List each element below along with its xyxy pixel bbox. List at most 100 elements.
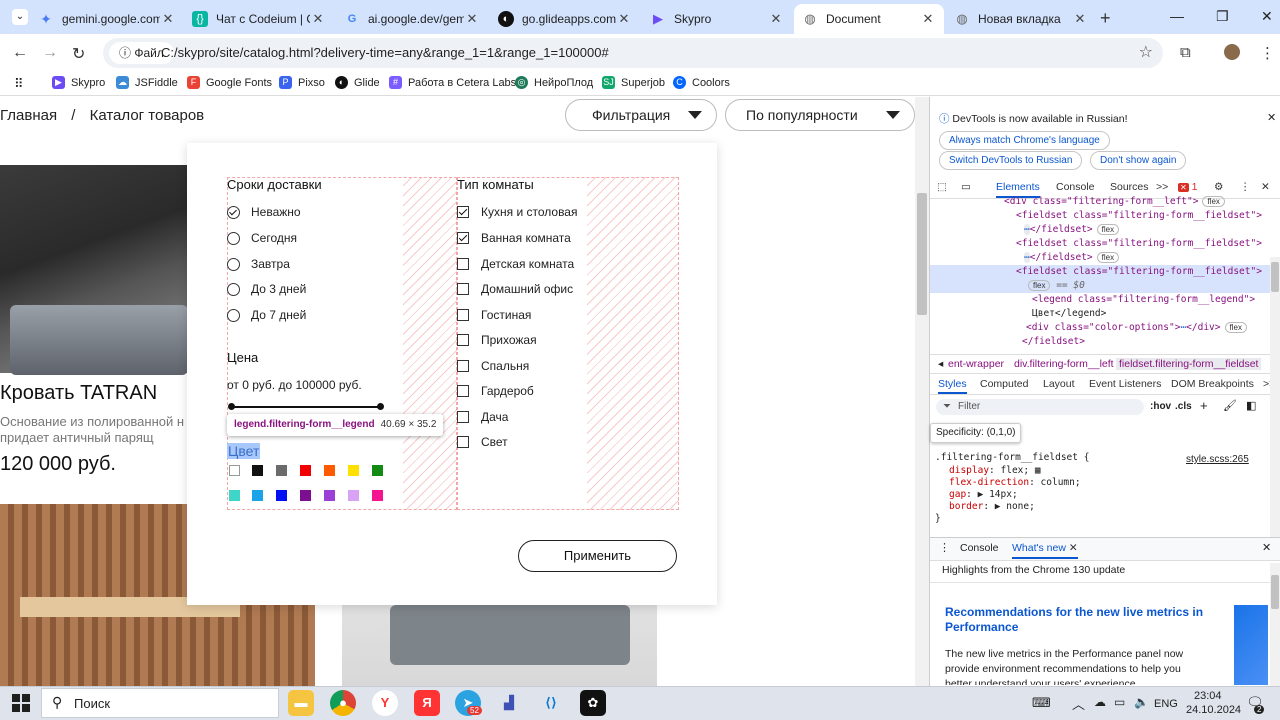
styles-tab[interactable]: Styles xyxy=(938,378,967,394)
checkbox[interactable] xyxy=(457,360,469,372)
tab-gemini[interactable]: ✦ gemini.google.com ✕ xyxy=(30,4,184,34)
checkbox[interactable] xyxy=(457,436,469,448)
checkbox[interactable] xyxy=(457,258,469,270)
device-toolbar-icon[interactable]: ▭ xyxy=(961,181,971,193)
slider-min-handle[interactable] xyxy=(228,403,235,410)
dom-node[interactable]: <fieldset class="filtering-form__fieldse… xyxy=(1016,209,1262,223)
cloud-icon[interactable]: ☁ xyxy=(1094,695,1106,709)
close-icon[interactable]: ✕ xyxy=(768,11,784,27)
volume-icon[interactable]: 🔈 xyxy=(1134,695,1149,709)
vscode-icon[interactable]: ⟨⟩ xyxy=(538,690,564,716)
room-option[interactable]: Домашний офис xyxy=(457,282,573,296)
network-icon[interactable]: ▭ xyxy=(1114,695,1125,709)
chrome-icon[interactable]: ● xyxy=(330,690,356,716)
room-option[interactable]: Детская комната xyxy=(457,257,574,271)
tab-skypro[interactable]: ▶ Skypro ✕ xyxy=(642,4,792,34)
keyboard-icon[interactable]: ⌨ xyxy=(1032,695,1051,711)
bookmark-superjob[interactable]: SJ Superjob xyxy=(602,76,665,89)
checkbox[interactable] xyxy=(457,334,469,346)
bookmark-jsfiddle[interactable]: ☁ JSFiddle xyxy=(116,76,178,89)
address-bar[interactable]: ⓘ Файл C:/skypro/site/catalog.html?deliv… xyxy=(103,38,1163,68)
bookmark-skypro[interactable]: ▶ Skypro xyxy=(52,76,105,89)
room-option[interactable]: Кухня и столовая xyxy=(457,205,577,219)
color-swatch-yellow[interactable] xyxy=(348,465,359,476)
radio[interactable] xyxy=(227,231,240,245)
figma-icon[interactable]: ✿ xyxy=(580,690,606,716)
product-title[interactable]: Кровать TATRAN xyxy=(0,382,157,405)
tab-console[interactable]: Console xyxy=(1056,181,1095,193)
add-rule-icon[interactable]: + xyxy=(1200,398,1208,413)
color-swatch-white[interactable] xyxy=(229,465,240,476)
chart-app-icon[interactable]: ▟ xyxy=(496,690,522,716)
checkbox[interactable] xyxy=(457,309,469,321)
tab-new[interactable]: ◍ Новая вкладка ✕ xyxy=(946,4,1096,34)
reload-icon[interactable]: ↻ xyxy=(72,44,85,64)
css-declaration[interactable]: border: ▶ none; xyxy=(949,501,1035,513)
flex-badge[interactable]: flex xyxy=(1028,280,1051,291)
close-window-icon[interactable]: ✕ xyxy=(1261,8,1273,25)
maximize-icon[interactable]: ❐ xyxy=(1216,8,1229,25)
dom-node[interactable]: ⋯</fieldset> flex xyxy=(1024,223,1120,237)
windows-start-icon[interactable] xyxy=(12,694,30,712)
tab-sources[interactable]: Sources xyxy=(1110,181,1149,193)
filter-button[interactable]: Фильтрация xyxy=(565,99,717,131)
tab-codeium[interactable]: {} Чат с Codeium | Cod ✕ xyxy=(184,4,334,34)
close-drawer-icon[interactable]: ✕ xyxy=(1262,541,1271,554)
delivery-option[interactable]: Неважно xyxy=(227,205,301,219)
dom-node-selected[interactable]: flex == $0 xyxy=(1024,279,1085,293)
close-icon[interactable]: ✕ xyxy=(310,11,326,27)
yandex-browser-icon[interactable]: Y xyxy=(372,690,398,716)
css-source-link[interactable]: style.scss:265 xyxy=(1186,454,1249,466)
show-hidden-icons[interactable]: ︿ xyxy=(1072,694,1085,713)
drawer-tab-whats-new[interactable]: What's new ✕ xyxy=(1012,542,1078,559)
dom-node[interactable]: ⋯</fieldset> flex xyxy=(1024,251,1120,265)
drawer-scrollbar-thumb[interactable] xyxy=(1271,575,1279,609)
bookmark-coolors[interactable]: C Coolors xyxy=(673,76,730,89)
styles-filter-input[interactable]: ⏷ Filter xyxy=(936,399,1144,415)
color-swatch-violet[interactable] xyxy=(324,490,335,501)
extensions-icon[interactable]: ⧉ xyxy=(1180,44,1191,61)
close-icon[interactable]: ✕ xyxy=(464,11,480,27)
color-swatch-lilac[interactable] xyxy=(348,490,359,501)
dom-breadcrumb-item-active[interactable]: fieldset.filtering-form__fieldset xyxy=(1116,358,1262,370)
room-option[interactable]: Свет xyxy=(457,435,508,449)
flex-badge[interactable]: flex xyxy=(1202,196,1225,207)
tab-glide[interactable]: ◐ go.glideapps.com/ap ✕ xyxy=(490,4,640,34)
close-devtools-icon[interactable]: ✕ xyxy=(1261,181,1270,193)
flex-editor-icon[interactable]: ▦ xyxy=(1035,465,1041,476)
radio[interactable] xyxy=(227,257,240,271)
settings-gear-icon[interactable]: ⚙ xyxy=(1214,181,1223,193)
bookmark-neiroplod[interactable]: ◎ НейроПлод xyxy=(515,76,593,89)
paint-icon[interactable]: 🖌 xyxy=(1223,399,1237,412)
color-swatch-pink[interactable] xyxy=(372,490,383,501)
color-swatch-purple[interactable] xyxy=(300,490,311,501)
checkbox[interactable] xyxy=(457,411,469,423)
url-text[interactable]: C:/skypro/site/catalog.html?delivery-tim… xyxy=(161,45,609,60)
dom-node-selected[interactable]: <fieldset class="filtering-form__fieldse… xyxy=(1016,265,1262,279)
back-icon[interactable]: ← xyxy=(12,44,28,62)
more-tabs-icon[interactable]: >> xyxy=(1156,181,1168,193)
room-option[interactable]: Спальня xyxy=(457,359,529,373)
css-declaration[interactable]: gap: ▶ 14px; xyxy=(949,489,1018,501)
css-declaration[interactable]: display: flex; ▦ xyxy=(949,465,1041,477)
close-icon[interactable]: ✕ xyxy=(1072,11,1088,27)
delivery-option[interactable]: До 3 дней xyxy=(227,282,306,296)
drawer-tab-console[interactable]: Console xyxy=(960,542,999,554)
drawer-menu-icon[interactable]: ⋮ xyxy=(939,541,950,554)
slider-max-handle[interactable] xyxy=(377,403,384,410)
tab-search-icon[interactable]: ⌄ xyxy=(12,9,28,25)
close-icon[interactable]: ✕ xyxy=(1267,111,1276,124)
match-language-button[interactable]: Always match Chrome's language xyxy=(939,131,1110,150)
flex-badge[interactable]: flex xyxy=(1096,252,1120,263)
forward-icon[interactable]: → xyxy=(42,44,58,62)
close-icon[interactable]: ✕ xyxy=(1069,542,1078,554)
room-option[interactable]: Прихожая xyxy=(457,333,537,347)
clock-time[interactable]: 23:04 xyxy=(1194,690,1222,702)
dom-node[interactable]: </fieldset> xyxy=(1022,335,1085,349)
sidebar-toggle-icon[interactable]: ◧ xyxy=(1246,399,1256,412)
avatar[interactable] xyxy=(1224,44,1240,60)
close-icon[interactable]: ✕ xyxy=(616,11,632,27)
room-option[interactable]: Гардероб xyxy=(457,384,534,398)
dont-show-again-button[interactable]: Don't show again xyxy=(1090,151,1187,170)
checkbox-checked[interactable] xyxy=(457,206,469,218)
